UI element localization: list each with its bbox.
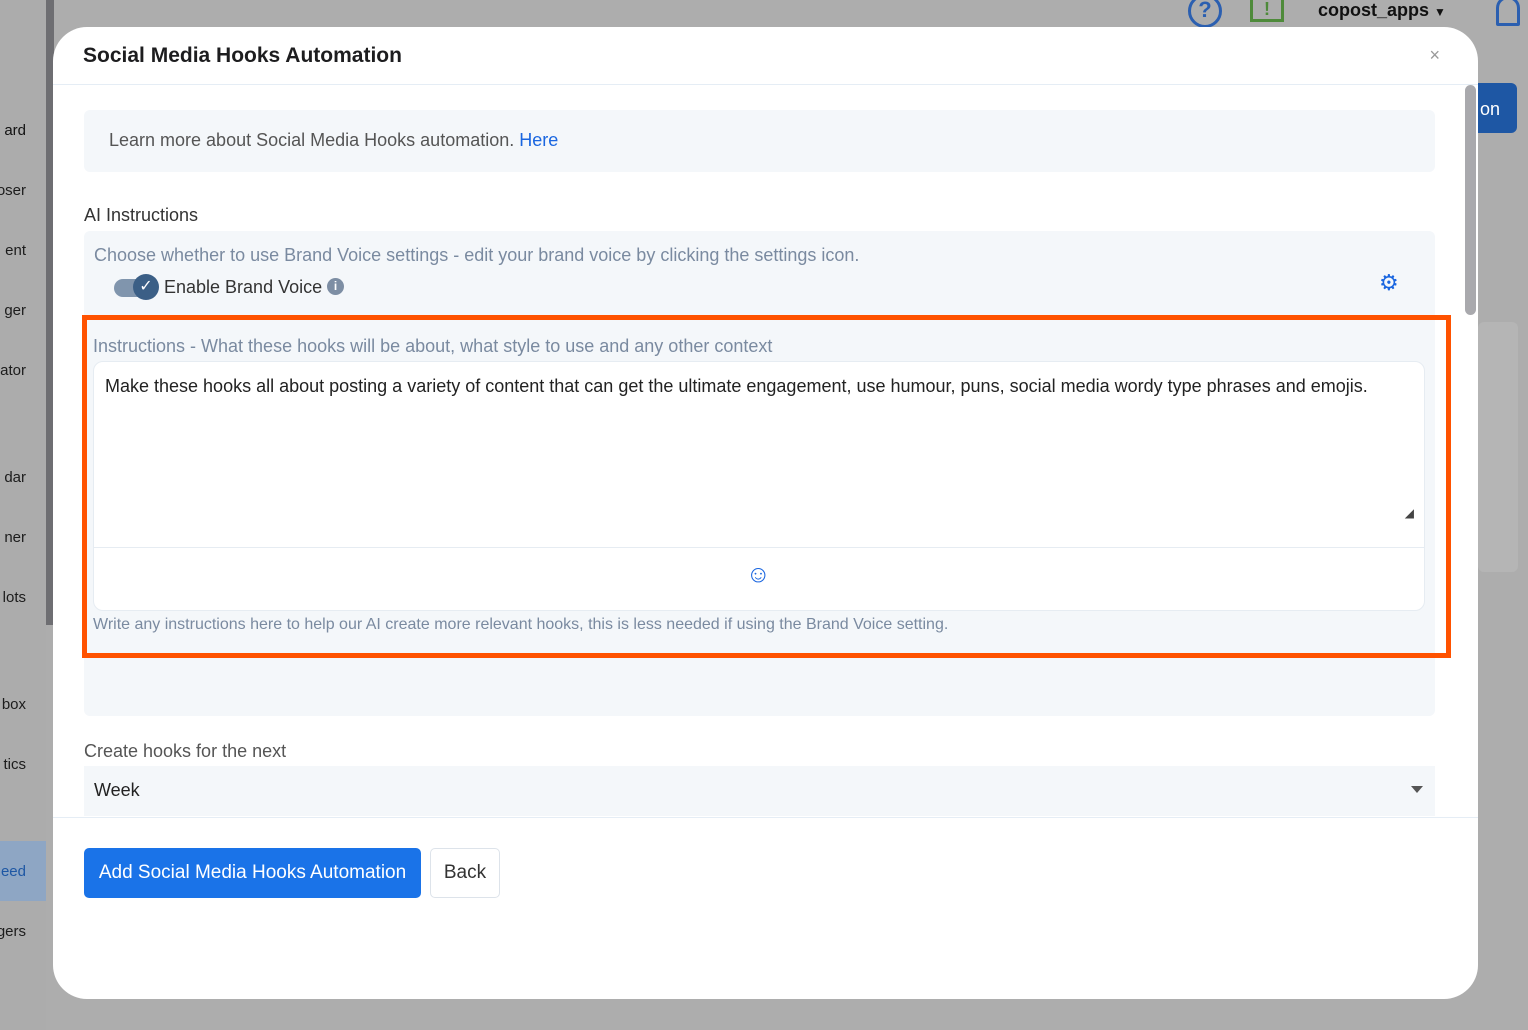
instructions-help: Write any instructions here to help our … [93,616,949,633]
sidebar-item[interactable]: ner [0,529,26,546]
period-label: Create hooks for the next [84,741,287,761]
gear-icon[interactable]: ⚙ [1379,270,1399,296]
feedback-icon[interactable]: ! [1250,0,1284,22]
sidebar-item[interactable]: dar [0,469,26,486]
info-link[interactable]: Here [519,130,558,150]
period-value: Week [94,780,140,800]
sidebar-item[interactable]: tics [0,756,27,773]
chevron-down-icon: ▼ [1434,5,1446,19]
check-icon[interactable]: ✓ [133,274,159,300]
modal-title: Social Media Hooks Automation [83,44,402,67]
sidebar-item[interactable]: oser [0,182,26,199]
footer-divider [53,817,1478,818]
username: copost_apps [1318,0,1430,20]
sidebar-item[interactable]: box [0,696,26,713]
divider [94,547,1424,548]
brand-voice-label: Enable Brand Voice [164,277,323,297]
user-menu[interactable]: copost_apps ▼ [1318,0,1446,21]
brand-voice-hint: Choose whether to use Brand Voice settin… [94,245,860,265]
resize-handle-icon[interactable]: ◢ [1405,506,1414,520]
instructions-textarea[interactable]: Make these hooks all about posting a var… [93,361,1425,611]
info-icon[interactable]: i [327,278,344,295]
modal-dialog: Social Media Hooks Automation × Learn mo… [53,27,1478,999]
sidebar-item[interactable]: ator [0,362,26,379]
background-card [1478,322,1518,572]
sidebar-item[interactable]: lots [0,589,26,606]
back-button[interactable]: Back [430,848,500,898]
close-icon[interactable]: × [1429,45,1440,66]
help-icon[interactable]: ? [1188,0,1222,28]
ai-instructions-label: AI Instructions [84,205,199,225]
sidebar-item[interactable]: gers [0,923,26,940]
info-text: Learn more about Social Media Hooks auto… [109,130,515,150]
instructions-label: Instructions - What these hooks will be … [93,336,773,356]
emoji-icon[interactable]: ☺ [746,561,771,589]
modal-scrollbar[interactable] [1465,85,1476,315]
sidebar: ard oser ent ger ator dar ner lots box t… [0,0,54,1030]
period-select[interactable]: Week [84,766,1435,816]
info-banner: Learn more about Social Media Hooks auto… [84,110,1435,172]
caret-down-icon [1411,786,1423,793]
bell-icon[interactable] [1496,0,1520,26]
instructions-value[interactable]: Make these hooks all about posting a var… [105,376,1368,397]
sidebar-item[interactable]: ger [0,302,26,319]
sidebar-item[interactable]: ard [0,122,26,139]
add-automation-button[interactable]: Add Social Media Hooks Automation [84,848,421,898]
sidebar-item[interactable]: eed [0,863,26,880]
sidebar-item[interactable]: ent [0,242,26,259]
